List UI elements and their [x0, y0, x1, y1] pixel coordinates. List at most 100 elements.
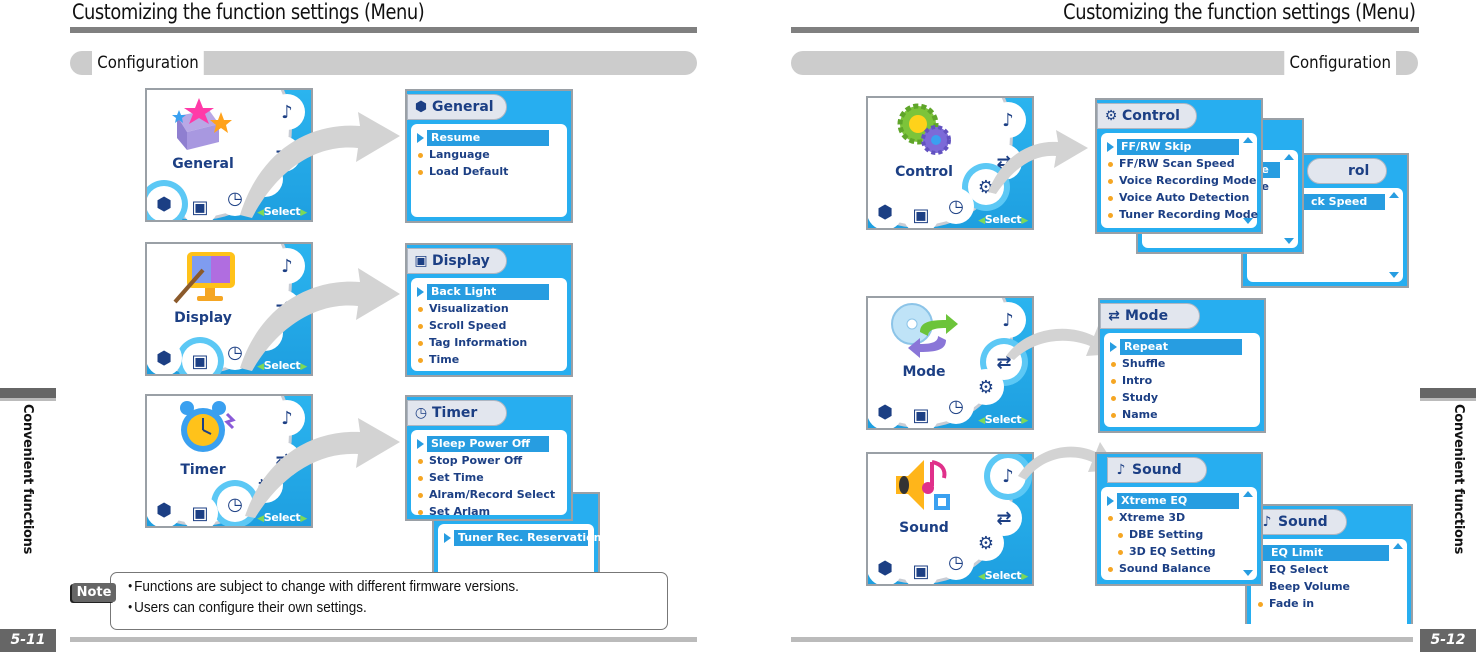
speaker-art-icon: [896, 460, 950, 510]
scroll-up-icon[interactable]: [1393, 543, 1403, 549]
cube-icon: ⬢: [147, 340, 182, 374]
menu-item[interactable]: Fade in: [1255, 596, 1403, 613]
menu-panel-sound-secondary: ♪ Sound EQ Limit EQ Select Beep Volume Fa…: [1245, 504, 1413, 624]
select-hint: ◀Select▶: [257, 205, 307, 218]
menu-item[interactable]: Beep Volume: [1255, 579, 1403, 596]
title-rule: [70, 27, 697, 33]
menu-list: Tuner Rec. Reservation: [438, 524, 602, 572]
device-label: Display: [174, 310, 232, 326]
scroll-up-icon[interactable]: [1389, 192, 1399, 198]
menu-item[interactable]: Repeat: [1108, 339, 1256, 356]
page-title: Customizing the function settings (Menu): [72, 0, 425, 24]
menu-item[interactable]: Resume: [415, 130, 563, 147]
menu-item[interactable]: Load Default: [415, 164, 563, 181]
select-hint: ◀Select▶: [978, 569, 1028, 582]
scroll-down-icon[interactable]: [1389, 272, 1399, 278]
menu-list: EQ Limit EQ Select Beep Volume Fade in: [1251, 539, 1407, 624]
footer-rule: [70, 637, 697, 642]
panel-tab: ▣ Display: [407, 248, 507, 274]
menu-item[interactable]: Scroll Speed: [415, 318, 563, 335]
menu-item[interactable]: EQ Select: [1255, 562, 1403, 579]
monitor-icon: ▣: [182, 189, 218, 220]
monitor-icon: ▣: [182, 343, 218, 374]
menu-item[interactable]: Name: [1108, 407, 1256, 424]
section-bar: Configuration: [791, 51, 1418, 75]
menu-item[interactable]: DBE Setting: [1105, 527, 1253, 544]
menu-item[interactable]: Voice Recording Mode: [1105, 173, 1257, 190]
monitor-icon: ▣: [414, 253, 428, 269]
clock-icon: ◷: [217, 334, 253, 370]
panel-tab: ⚙ Control: [1097, 103, 1197, 129]
clock-icon: ◷: [938, 544, 974, 580]
side-tab-label: Convenient functions: [1451, 404, 1466, 555]
right-page: Customizing the function settings (Menu)…: [738, 0, 1476, 652]
menu-panel-control: ⚙ Control FF/RW Skip FF/RW Scan Speed Voi…: [1095, 98, 1263, 234]
scroll-down-icon[interactable]: [1243, 218, 1253, 224]
menu-item[interactable]: Set Arlam: [415, 504, 563, 521]
scroll-down-icon[interactable]: [1284, 238, 1294, 244]
panel-tab: rol: [1307, 158, 1387, 184]
menu-panel-general: ⬢ General Resume Language Load Default: [405, 89, 573, 223]
menu-list: Resume Language Load Default: [411, 124, 567, 217]
gear-icon: ⚙: [247, 315, 283, 351]
menu-item[interactable]: FF/RW Skip: [1105, 139, 1253, 156]
menu-item[interactable]: Intro: [1108, 373, 1256, 390]
menu-item[interactable]: Stop Power Off: [415, 453, 563, 470]
menu-item[interactable]: 3D EQ Setting: [1105, 544, 1253, 561]
menu-item[interactable]: Time: [415, 352, 563, 369]
gear-icon: ⚙: [247, 161, 283, 197]
menu-item[interactable]: Shuffle: [1108, 356, 1256, 373]
side-tab-block: [1420, 388, 1476, 398]
device-label: Control: [895, 164, 953, 180]
menu-item[interactable]: Tuner Rec. Reservation: [442, 530, 602, 547]
menu-list: FF/RW Skip FF/RW Scan Speed Voice Record…: [1101, 133, 1258, 228]
display-art-icon: [173, 252, 235, 304]
menu-item[interactable]: Language: [415, 147, 563, 164]
menu-item[interactable]: Visualization: [415, 301, 563, 318]
music-note-icon: ♪: [269, 94, 305, 130]
clock-icon: ◷: [938, 388, 974, 424]
menu-item[interactable]: Tag Information: [415, 335, 563, 352]
menu-item[interactable]: Sleep Power Off: [415, 436, 563, 453]
menu-item[interactable]: Xtreme EQ: [1105, 493, 1253, 510]
side-tab-block: [0, 388, 56, 398]
menu-item[interactable]: Voice Auto Detection: [1105, 190, 1253, 207]
select-hint: ◀Select▶: [978, 213, 1028, 226]
cube-icon: ⬢: [868, 394, 903, 428]
menu-list: Repeat Shuffle Intro Study Name: [1104, 333, 1260, 427]
section-label: Configuration: [92, 51, 205, 75]
panel-tab: ◷ Timer: [407, 400, 507, 426]
menu-item[interactable]: EQ Limit: [1255, 545, 1403, 562]
page-number: 5-11: [0, 629, 56, 652]
menu-item[interactable]: Sound Balance: [1105, 561, 1253, 578]
music-note-icon: ♪: [990, 458, 1026, 494]
cube-icon: ⬢: [868, 194, 903, 228]
gear-icon: ⚙: [1104, 108, 1118, 124]
device-screen-timer: Timer ♪ ⇄ ⚙ ◷ ▣ ⬢ ◀Select▶: [145, 394, 313, 528]
scroll-up-icon[interactable]: [1243, 491, 1253, 497]
menu-item[interactable]: Alram/Record Select: [415, 487, 563, 504]
device-screen-mode: Mode ♪ ⇄ ⚙ ◷ ▣ ⬢ ◀Select▶: [866, 296, 1034, 430]
clock-icon: ◷: [938, 188, 974, 224]
menu-item[interactable]: Xtreme 3D: [1105, 510, 1253, 527]
scroll-up-icon[interactable]: [1243, 137, 1253, 143]
menu-item[interactable]: Set Time: [415, 470, 563, 487]
panel-tab: ⇄ Mode: [1100, 303, 1200, 329]
gear-icon: ⚙: [968, 525, 1004, 561]
select-hint: ◀Select▶: [978, 413, 1028, 426]
menu-panel-sound: ♪ Sound Xtreme EQ Xtreme 3D DBE Setting 3…: [1095, 452, 1263, 586]
menu-item[interactable]: Tuner Recording Mode: [1105, 207, 1258, 224]
scroll-up-icon[interactable]: [1284, 154, 1294, 160]
device-screen-general: General ♪ ⇄ ⚙ ◷ ▣ ⬢ ◀Select▶: [145, 88, 313, 222]
clock-icon: ◷: [217, 486, 253, 522]
scroll-down-icon[interactable]: [1243, 570, 1253, 576]
general-art-icon: [172, 98, 232, 150]
menu-panel-display: ▣ Display Back Light Visualization Scroll…: [405, 243, 573, 377]
menu-item[interactable]: Study: [1108, 390, 1256, 407]
menu-item[interactable]: FF/RW Scan Speed: [1105, 156, 1253, 173]
menu-panel-mode: ⇄ Mode Repeat Shuffle Intro Study Name: [1098, 298, 1266, 433]
cube-icon: ⬢: [414, 99, 428, 115]
menu-item[interactable]: Back Light: [415, 284, 563, 301]
music-note-icon: ♪: [269, 400, 305, 436]
device-label: Sound: [899, 520, 949, 536]
